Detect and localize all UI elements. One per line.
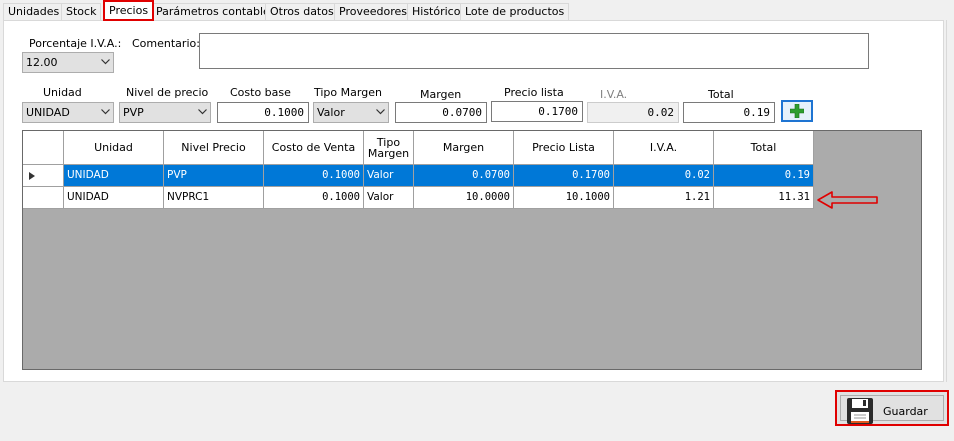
iva-percent-value: 12.00 <box>26 56 58 69</box>
table-cell[interactable]: 0.1000 <box>264 187 364 209</box>
table-cell[interactable]: 1.21 <box>614 187 714 209</box>
unidad-value: UNIDAD <box>26 106 70 119</box>
row-selector-current[interactable] <box>23 165 64 187</box>
iva-percent-select[interactable]: 12.00 <box>22 52 114 73</box>
col-header-precio-lista[interactable]: Precio Lista <box>514 131 614 165</box>
table-cell[interactable]: 0.1700 <box>514 165 614 187</box>
costo-base-label: Costo base <box>230 86 291 99</box>
chevron-down-icon <box>101 109 110 115</box>
table-cell[interactable]: 10.1000 <box>514 187 614 209</box>
table-cell[interactable]: Valor <box>364 165 414 187</box>
precio-lista-input[interactable]: 0.1700 <box>491 101 583 122</box>
unidad-select[interactable]: UNIDAD <box>22 102 114 123</box>
table-cell[interactable]: 0.1000 <box>264 165 364 187</box>
tab-stock[interactable]: Stock <box>61 3 102 21</box>
table-cell[interactable]: 11.31 <box>714 187 814 209</box>
comment-label: Comentario: <box>132 37 200 50</box>
table-cell[interactable]: NVPRC1 <box>164 187 264 209</box>
nivel-precio-select[interactable]: PVP <box>119 102 211 123</box>
table-cell[interactable]: 10.0000 <box>414 187 514 209</box>
tab-bar: Unidades Stock Precios Parámetros contab… <box>0 0 954 21</box>
table-cell[interactable]: PVP <box>164 165 264 187</box>
scroll-divider <box>946 20 947 382</box>
margen-input[interactable]: 0.0700 <box>395 102 487 123</box>
total-label: Total <box>708 88 734 101</box>
col-header-tipo-margen[interactable]: Tipo Margen <box>364 131 414 165</box>
prices-grid: Unidad Nivel Precio Costo de Venta Tipo … <box>22 130 922 370</box>
floppy-disk-icon <box>847 398 873 424</box>
tipo-margen-value: Valor <box>317 106 345 119</box>
col-header-nivel-precio[interactable]: Nivel Precio <box>164 131 264 165</box>
annotation-arrow-icon <box>817 191 878 209</box>
nivel-precio-value: PVP <box>123 106 144 119</box>
tab-precios[interactable]: Precios <box>103 0 155 21</box>
iva-percent-label: Porcentaje I.V.A.: <box>29 37 122 50</box>
tab-proveedores[interactable]: Proveedores <box>334 3 412 21</box>
table-cell[interactable]: UNIDAD <box>64 187 164 209</box>
tab-unidades[interactable]: Unidades <box>3 3 65 21</box>
table-cell[interactable]: 0.19 <box>714 165 814 187</box>
iva-amount-label: I.V.A. <box>600 88 628 101</box>
nivel-precio-label: Nivel de precio <box>126 86 209 99</box>
chevron-down-icon <box>376 109 385 115</box>
tipo-margen-label: Tipo Margen <box>314 86 382 99</box>
table-cell[interactable]: UNIDAD <box>64 165 164 187</box>
add-price-button[interactable] <box>781 100 813 122</box>
col-header-iva[interactable]: I.V.A. <box>614 131 714 165</box>
tab-historico[interactable]: Histórico <box>407 3 466 21</box>
unidad-label: Unidad <box>43 86 82 99</box>
chevron-down-icon <box>198 109 207 115</box>
comment-field[interactable] <box>199 33 869 69</box>
iva-amount-input: 0.02 <box>587 102 679 123</box>
save-button-label: Guardar <box>883 405 928 418</box>
table-cell[interactable]: Valor <box>364 187 414 209</box>
col-header-unidad[interactable]: Unidad <box>64 131 164 165</box>
save-button[interactable]: Guardar <box>835 390 949 426</box>
tab-otros-datos[interactable]: Otros datos <box>265 3 339 21</box>
col-header-costo-venta[interactable]: Costo de Venta <box>264 131 364 165</box>
margen-label: Margen <box>420 88 462 101</box>
plus-icon <box>790 104 804 118</box>
row-selector[interactable] <box>23 187 64 209</box>
table-cell[interactable]: 0.0700 <box>414 165 514 187</box>
precio-lista-label: Precio lista <box>504 86 564 99</box>
total-input[interactable]: 0.19 <box>683 102 775 123</box>
tab-parametros-contables[interactable]: Parámetros contables <box>151 3 281 21</box>
grid-row-header-corner <box>23 131 64 165</box>
chevron-down-icon <box>101 59 110 65</box>
col-header-total[interactable]: Total <box>714 131 814 165</box>
costo-base-input[interactable]: 0.1000 <box>217 102 309 123</box>
tipo-margen-select[interactable]: Valor <box>313 102 389 123</box>
current-row-arrow-icon <box>29 172 35 180</box>
table-cell[interactable]: 0.02 <box>614 165 714 187</box>
save-button-face: Guardar <box>840 395 944 424</box>
tab-lote-de-productos[interactable]: Lote de productos <box>460 3 570 21</box>
col-header-margen[interactable]: Margen <box>414 131 514 165</box>
